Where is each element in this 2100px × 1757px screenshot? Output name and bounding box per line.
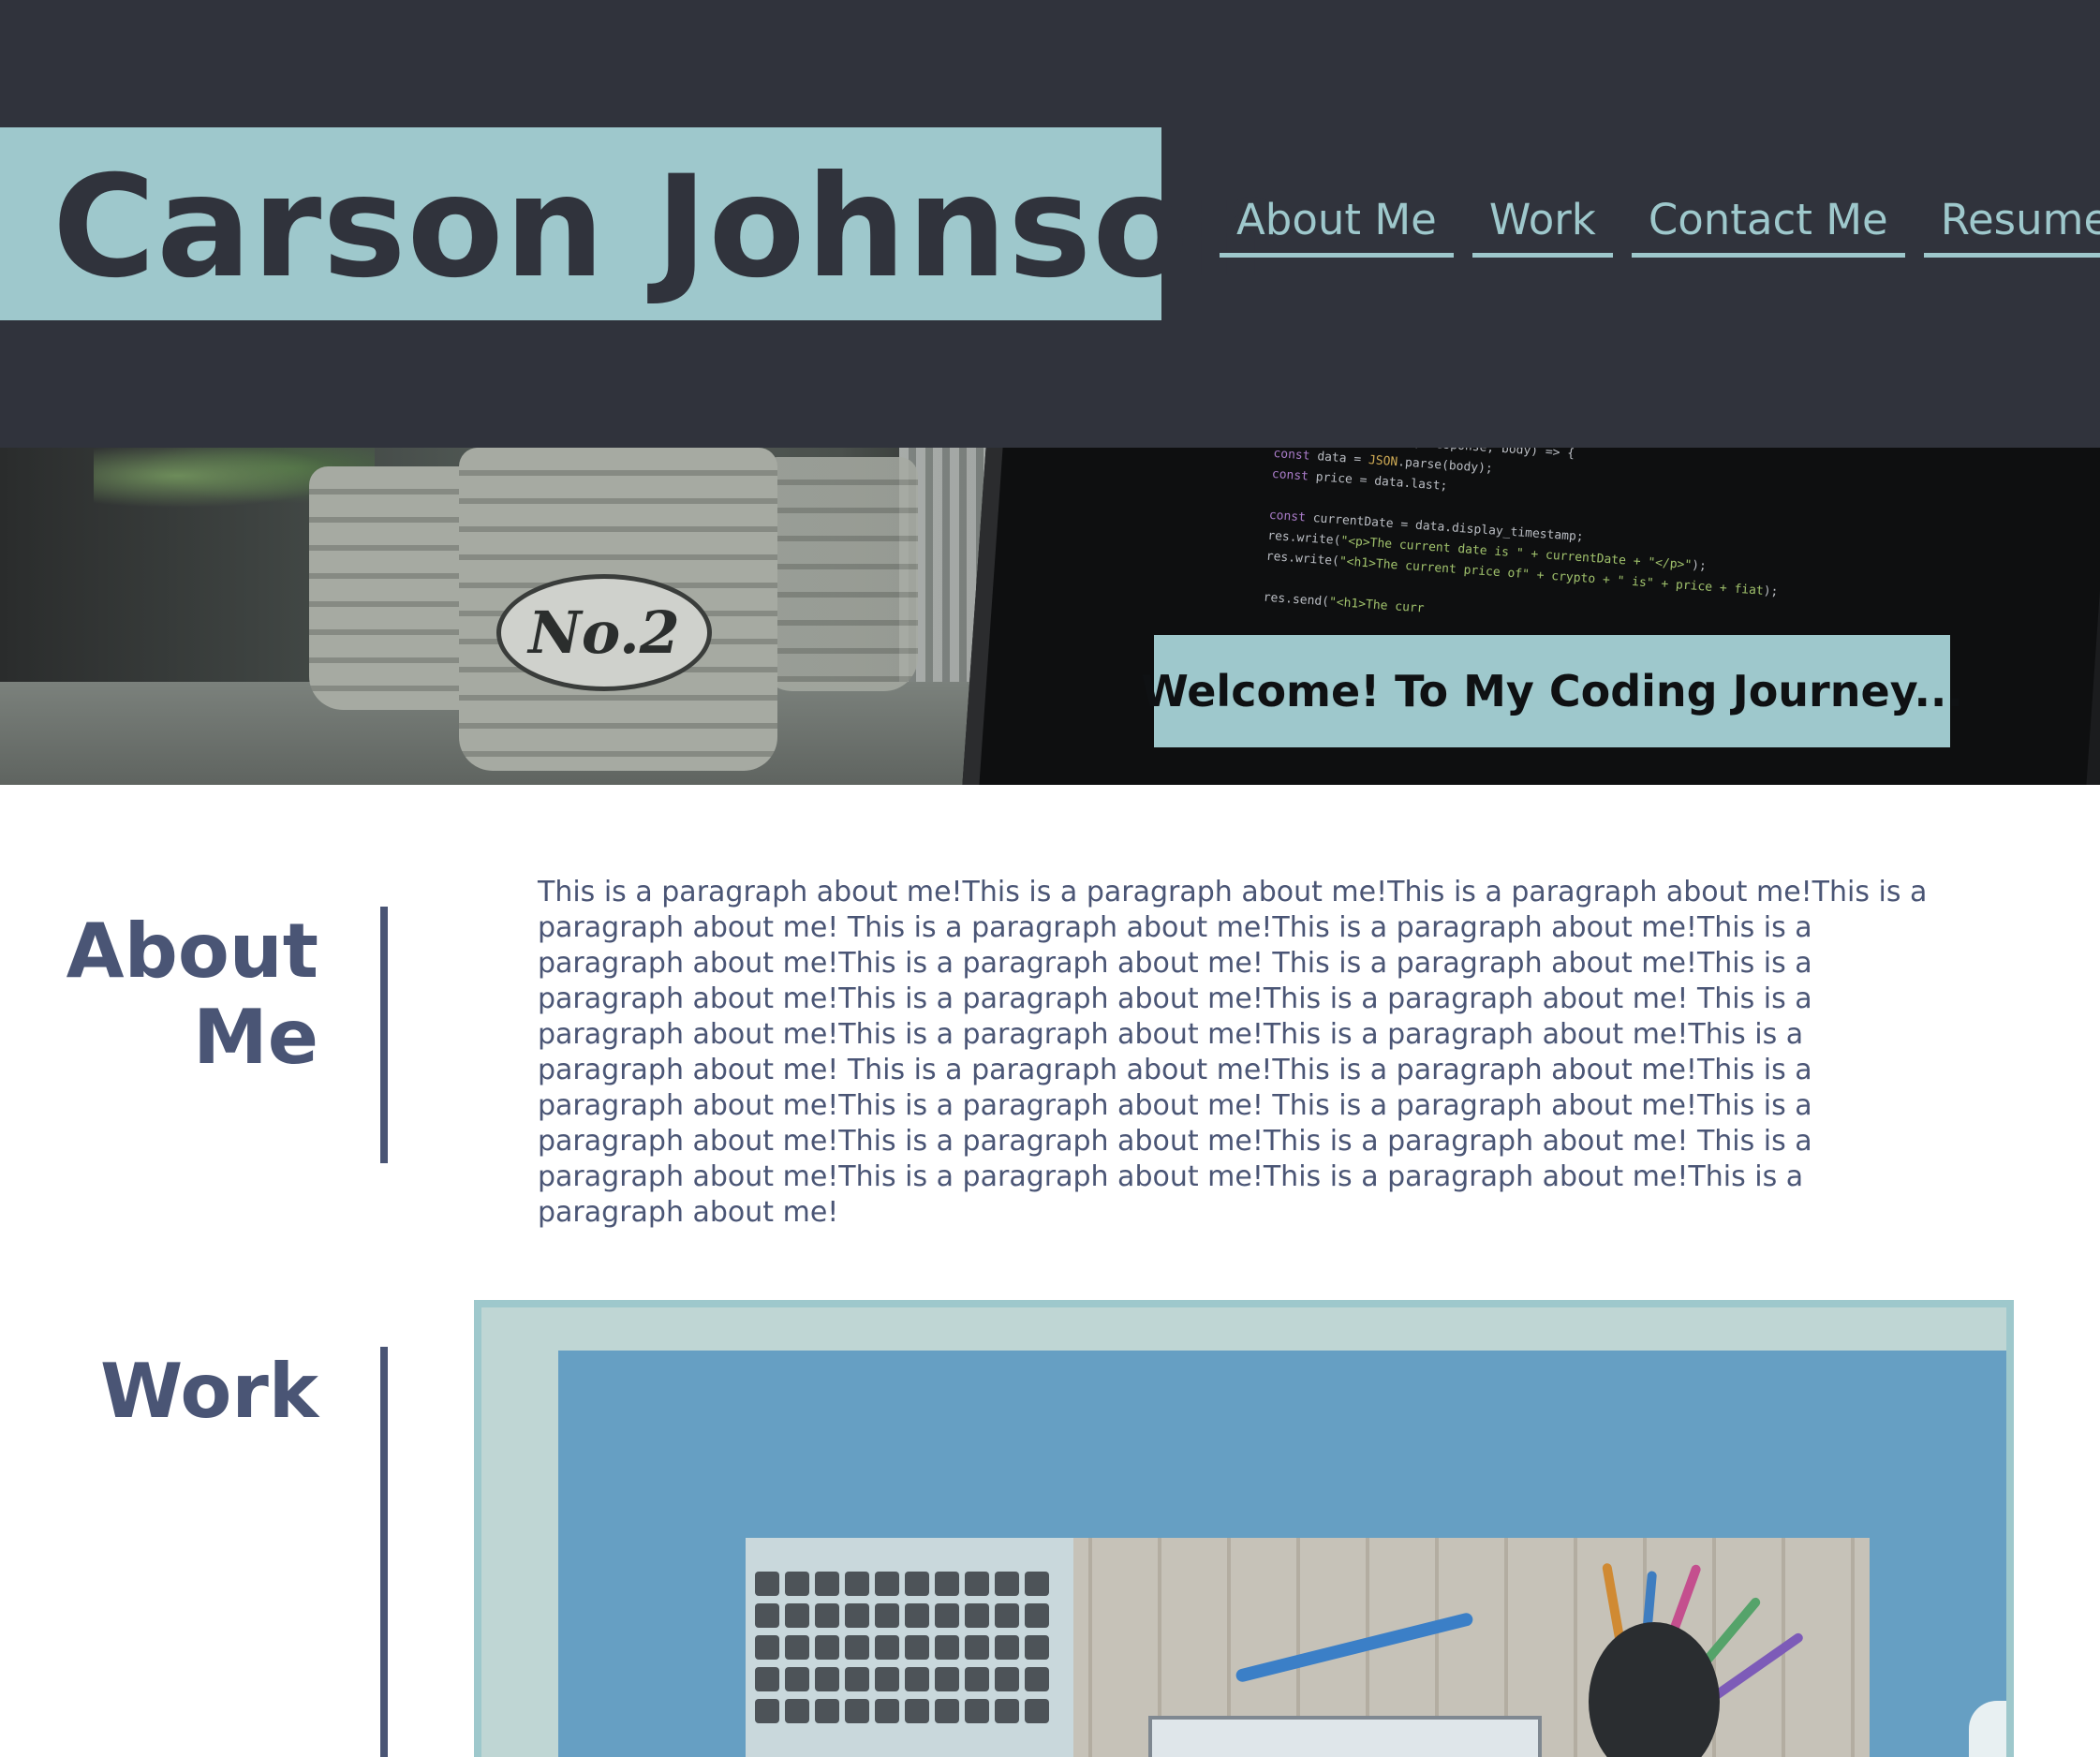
about-paragraph: This is a paragraph about me!This is a p…	[538, 876, 1928, 1229]
nav-resume[interactable]: Resume	[1923, 187, 2100, 258]
welcome-banner: Welcome! To My Coding Journey...	[1141, 635, 1963, 747]
notebook-image	[1148, 1716, 1542, 1757]
about-heading: About Me	[56, 908, 318, 1081]
hero-banner: No.2 , response, body) => { const data =…	[0, 448, 2100, 785]
about-heading-line2: Me	[193, 994, 318, 1081]
work-card-inner	[558, 1351, 2006, 1757]
nav-work[interactable]: Work	[1471, 187, 1613, 258]
about-heading-line1: About	[66, 908, 318, 995]
site-title: Carson Johnson	[52, 146, 1292, 309]
pen-image	[1235, 1611, 1474, 1684]
work-heading: Work	[99, 1348, 318, 1435]
work-project-image[interactable]	[746, 1538, 1870, 1757]
pencil-cup-image	[1589, 1622, 1720, 1757]
name-banner: Carson Johnson	[0, 127, 1290, 320]
pot-label: No.2	[496, 574, 712, 691]
site-header: Carson Johnson About Me Work Contact Me …	[0, 0, 2100, 448]
about-divider	[380, 907, 388, 1163]
work-card[interactable]	[474, 1300, 2014, 1757]
flower-pot	[759, 457, 918, 691]
keyboard-image	[746, 1538, 1073, 1757]
nav-contact-me[interactable]: Contact Me	[1631, 187, 1905, 258]
work-divider	[380, 1347, 388, 1757]
main-nav: About Me Work Contact Me Resume	[1220, 187, 2100, 258]
welcome-text: Welcome! To My Coding Journey...	[1141, 666, 1963, 716]
nav-about-me[interactable]: About Me	[1220, 187, 1454, 258]
